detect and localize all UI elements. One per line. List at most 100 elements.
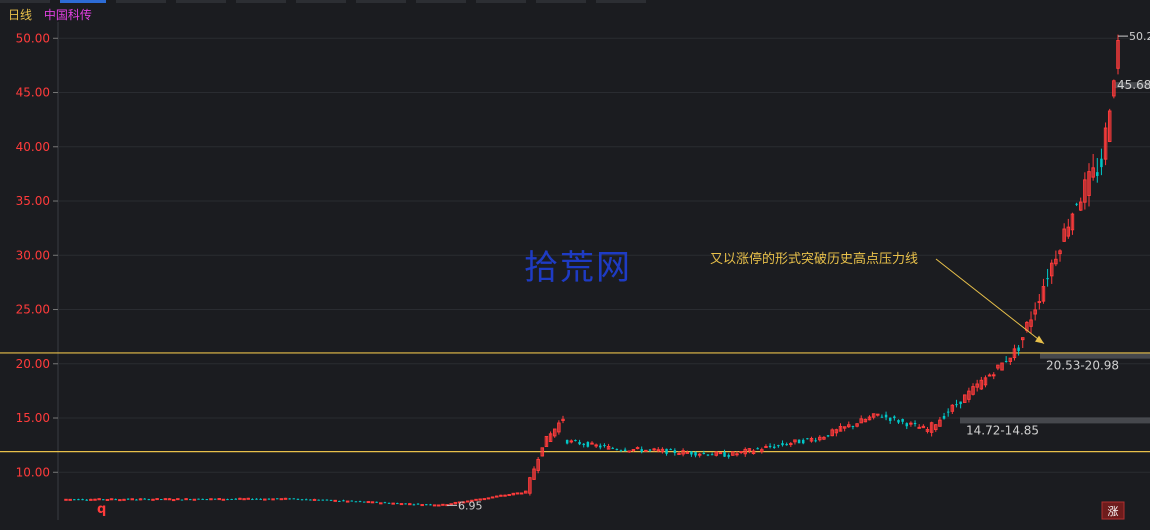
candle-body-55	[292, 498, 296, 500]
candle-body-59	[309, 499, 312, 501]
candle-body-27	[176, 498, 180, 501]
candle-body-6	[89, 498, 93, 501]
candle-body-184	[826, 435, 830, 437]
candle-body-134	[619, 450, 623, 452]
y-tick-label-4: 30.00	[16, 248, 50, 262]
annotation-text: 又以涨停的形式突破历史高点压力线	[710, 251, 918, 267]
candle-body-62	[321, 499, 325, 501]
candle-body-103	[490, 496, 495, 499]
candle-body-47	[259, 498, 262, 500]
candle-body-140	[644, 449, 648, 452]
candle-body-15	[126, 498, 130, 500]
candle-body-1	[68, 498, 72, 501]
candle-body-110	[519, 492, 524, 495]
candle-body-9	[102, 499, 105, 501]
candle-body-159	[723, 452, 726, 457]
candle-body-46	[255, 498, 258, 500]
candle-body-167	[756, 448, 759, 450]
candle-body-89	[432, 504, 437, 507]
candle-body-73	[366, 501, 371, 504]
candle-body-28	[180, 499, 184, 501]
candle-body-143	[656, 449, 661, 452]
candle-body-170	[768, 445, 772, 447]
candle-body-82	[404, 503, 407, 505]
candle-body-198	[884, 414, 888, 418]
candle-body-64	[329, 499, 333, 501]
candle-body-123	[574, 440, 577, 442]
candle-body-18	[138, 498, 143, 501]
candle-body-174	[785, 443, 788, 446]
candle-body-133	[615, 449, 619, 451]
candle-body-177	[797, 439, 801, 444]
candle-body-22	[155, 498, 159, 501]
candle-body-121	[565, 439, 569, 444]
candle-body-132	[611, 447, 614, 449]
candle-body-16	[130, 498, 135, 501]
candle-body-43	[242, 498, 246, 501]
candle-body-190	[851, 426, 855, 428]
candle-body-52	[279, 498, 284, 501]
candle-body-44	[246, 497, 250, 500]
candle-body-4	[81, 499, 84, 501]
candle-body-72	[362, 501, 366, 503]
candle-body-71	[358, 501, 362, 503]
candle-body-81	[399, 503, 404, 506]
candle-body-19	[143, 498, 146, 500]
candle-body-202	[901, 419, 904, 422]
candle-body-11	[109, 498, 114, 501]
y-tick-label-5: 35.00	[16, 194, 50, 208]
candle-body-154	[702, 453, 706, 455]
candle-body-162	[735, 453, 739, 456]
candle-body-135	[623, 449, 627, 452]
zone-label-0: 20.53-20.98	[1046, 359, 1119, 373]
candle-body-235	[1037, 301, 1042, 304]
candle-body-223	[987, 374, 992, 377]
bottom-right-badge: 涨	[1108, 505, 1119, 518]
y-tick-label-7: 45.00	[16, 86, 50, 100]
candle-body-61	[317, 499, 320, 501]
candle-body-101	[482, 498, 487, 501]
candle-body-155	[706, 454, 710, 456]
candle-body-31	[192, 498, 197, 501]
candle-body-148	[677, 453, 681, 456]
candle-body-93	[449, 503, 453, 506]
candle-body-127	[590, 442, 594, 445]
candle-body-69	[350, 500, 354, 502]
candle-body-80	[396, 503, 399, 505]
candle-body-21	[151, 498, 155, 501]
candle-body-201	[897, 420, 900, 423]
candle-body-249	[1096, 172, 1099, 176]
candle-body-87	[425, 504, 428, 506]
candle-body-85	[416, 503, 420, 505]
candle-body-49	[267, 498, 271, 500]
candle-body-29	[184, 498, 188, 501]
candle-body-50	[271, 498, 275, 501]
zone-label-1: 14.72-14.85	[966, 423, 1039, 437]
candle-body-53	[283, 497, 288, 500]
candle-body-160	[727, 455, 730, 457]
candle-body-169	[764, 446, 768, 449]
candle-body-141	[648, 449, 652, 451]
candle-body-105	[499, 494, 503, 497]
candle-body-244	[1075, 203, 1078, 205]
candle-body-45	[251, 499, 254, 501]
candle-body-34	[205, 499, 209, 501]
candle-body-203	[905, 423, 909, 427]
candle-body-83	[408, 503, 412, 506]
candle-body-216	[959, 401, 962, 405]
candle-body-158	[718, 452, 723, 455]
candle-body-77	[383, 502, 387, 504]
candle-body-196	[876, 413, 880, 416]
candle-body-75	[375, 501, 378, 503]
candle-body-5	[85, 499, 88, 501]
candle-body-26	[171, 499, 176, 502]
candle-body-122	[569, 440, 574, 443]
candle-body-35	[209, 498, 213, 501]
candle-body-48	[263, 498, 267, 501]
candle-body-42	[238, 497, 242, 500]
candle-body-79	[391, 502, 395, 505]
candle-body-150	[685, 451, 690, 454]
candle-body-206	[917, 426, 921, 429]
candle-body-23	[160, 499, 163, 501]
candle-body-227	[1004, 360, 1008, 362]
